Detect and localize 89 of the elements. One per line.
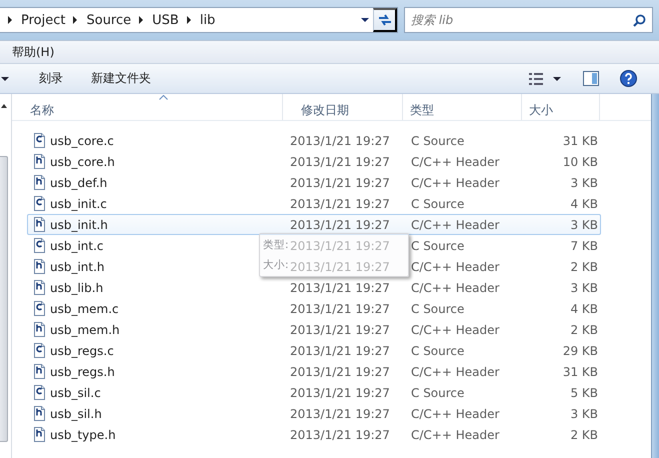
column-header[interactable]: 名称 — [12, 94, 283, 120]
file-name[interactable]: usb_int.h — [50, 260, 105, 274]
file-name[interactable]: usb_sil.c — [50, 386, 101, 400]
file-size: 2 KB — [569, 322, 599, 336]
file-name[interactable]: usb_init.c — [50, 196, 107, 210]
chevron-icon — [73, 16, 78, 24]
modified-date: 2013/1/21 19:27 — [290, 218, 390, 232]
refresh-icon[interactable] — [376, 13, 392, 27]
file-type: C/C++ Header — [410, 154, 500, 168]
breadcrumb[interactable]: Project — [21, 10, 66, 30]
modified-date: 2013/1/21 19:27 — [290, 322, 390, 336]
dropdown-arrow-icon[interactable] — [553, 76, 561, 80]
file-size: 3 KB — [569, 406, 599, 420]
column-header[interactable]: 类型 — [403, 94, 522, 120]
modified-date: 2013/1/21 19:27 — [290, 176, 390, 190]
file-name[interactable]: usb_core.h — [50, 154, 115, 168]
file-type: C Source — [410, 302, 466, 316]
preview-pane-icon[interactable] — [583, 71, 599, 86]
modified-date: 2013/1/21 19:27 — [290, 280, 390, 294]
file-type: C/C++ Header — [410, 406, 500, 420]
file-size: 2 KB — [569, 428, 599, 442]
breadcrumb[interactable]: USB — [152, 10, 179, 30]
file-size: 29 KB — [562, 344, 599, 358]
modified-date: 2013/1/21 19:27 — [290, 406, 390, 420]
file-type: C Source — [410, 238, 466, 252]
file-type: C/C++ Header — [410, 280, 500, 294]
search-icon[interactable] — [633, 14, 646, 27]
file-name[interactable]: usb_regs.h — [50, 364, 115, 378]
file-name[interactable]: usb_init.h — [50, 218, 108, 232]
chevron-icon — [186, 16, 191, 24]
file-size: 3 KB — [569, 218, 599, 232]
file-size: 3 KB — [569, 280, 599, 294]
file-type: C/C++ Header — [410, 176, 500, 190]
search-field[interactable]: 搜索 lib — [404, 7, 653, 33]
file-size: 4 KB — [569, 302, 599, 316]
file-size: 10 KB — [562, 154, 599, 168]
modified-date: 2013/1/21 19:27 — [290, 154, 390, 168]
file-name[interactable]: usb_def.h — [50, 176, 108, 190]
column-header[interactable]: 修改日期 — [283, 94, 403, 120]
file-size: 5 KB — [569, 386, 599, 400]
dropdown-arrow-icon[interactable] — [1, 76, 9, 80]
scrollbar-thumb[interactable] — [0, 156, 8, 442]
modified-date: 2013/1/21 19:27 — [290, 238, 390, 252]
file-size: 2 KB — [569, 260, 599, 274]
breadcrumb[interactable]: lib — [200, 10, 216, 30]
toolbar-button[interactable]: 新建文件夹 — [83, 66, 159, 91]
file-type: C/C++ Header — [410, 364, 500, 378]
file-type: C Source — [410, 196, 466, 210]
column-header[interactable]: 大小 — [522, 94, 600, 120]
tooltip-text: 类型: — [263, 238, 289, 253]
help-icon[interactable] — [620, 70, 637, 87]
file-name[interactable]: usb_int.c — [50, 238, 104, 252]
file-name[interactable]: usb_type.h — [50, 428, 116, 442]
file-type: C/C++ Header — [410, 260, 500, 274]
modified-date: 2013/1/21 19:27 — [290, 364, 390, 378]
file-name[interactable]: usb_sil.h — [50, 406, 102, 420]
file-type: C Source — [410, 386, 466, 400]
file-type: C Source — [410, 134, 466, 148]
file-type: C/C++ Header — [410, 218, 500, 232]
file-name[interactable]: usb_mem.c — [50, 302, 119, 316]
modified-date: 2013/1/21 19:27 — [290, 196, 390, 210]
file-size: 3 KB — [569, 176, 599, 190]
file-type: C Source — [410, 344, 466, 358]
file-name[interactable]: usb_regs.c — [50, 344, 114, 358]
chevron-icon — [8, 16, 12, 24]
toolbar-button[interactable]: 刻录 — [31, 66, 71, 91]
menu-item[interactable]: 帮助(H) — [6, 42, 60, 62]
file-name[interactable]: usb_core.c — [50, 134, 114, 148]
file-size: 4 KB — [569, 196, 599, 210]
refresh-button[interactable] — [373, 8, 397, 32]
modified-date: 2013/1/21 19:27 — [290, 134, 390, 148]
file-name[interactable]: usb_lib.h — [50, 280, 104, 294]
tooltip-text: 大小: — [263, 258, 289, 273]
breadcrumb[interactable]: Source — [86, 10, 132, 30]
file-name[interactable]: usb_mem.h — [50, 322, 120, 336]
file-size: 31 KB — [562, 364, 599, 378]
file-size: 31 KB — [562, 134, 599, 148]
scroll-up-arrow-icon[interactable] — [1, 104, 7, 108]
file-size: 7 KB — [569, 238, 599, 252]
modified-date: 2013/1/21 19:27 — [290, 428, 390, 442]
file-type: C/C++ Header — [410, 428, 500, 442]
dropdown-arrow-icon[interactable] — [361, 18, 369, 22]
modified-date: 2013/1/21 19:27 — [290, 344, 390, 358]
modified-date: 2013/1/21 19:27 — [290, 302, 390, 316]
modified-date: 2013/1/21 19:27 — [290, 260, 390, 274]
modified-date: 2013/1/21 19:27 — [290, 386, 390, 400]
file-type: C/C++ Header — [410, 322, 500, 336]
view-list-icon[interactable] — [529, 72, 543, 84]
chevron-icon — [139, 16, 144, 24]
